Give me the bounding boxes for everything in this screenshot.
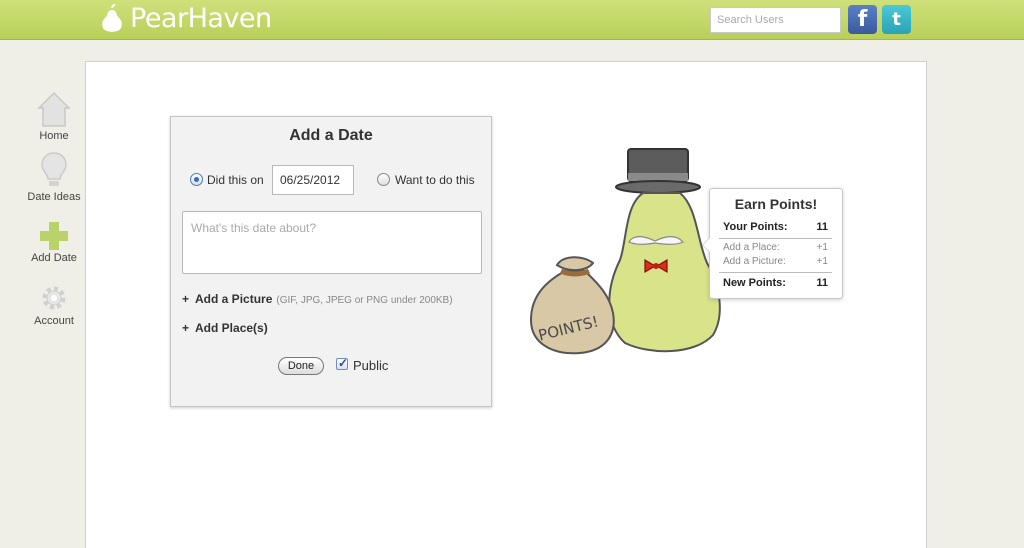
did-this-radio[interactable] [190,173,203,186]
home-icon [37,91,71,127]
nav-item-home[interactable]: Home [14,88,94,142]
search-users-input[interactable] [710,7,841,33]
nav-label-date-ideas: Date Ideas [27,191,81,203]
add-date-form: Add a Date Did this on 06/25/2012 Want t… [170,116,492,407]
pear-mascot-illustration: POINTS! [529,148,721,355]
nav-label-add-date: Add Date [31,252,77,264]
plus-icon: + [182,292,190,306]
tooltip-title: Earn Points! [734,196,818,212]
form-title: Add a Date [289,127,373,144]
twitter-button[interactable]: t [882,5,911,34]
top-bar: PearHaven f t [0,0,1024,40]
date-input[interactable]: 06/25/2012 [272,165,354,195]
add-places-link[interactable]: + Add Place(s) [182,321,268,335]
add-picture-points-value: +1 [816,256,828,267]
your-points-value: 11 [816,221,828,233]
add-place-value: +1 [816,242,828,253]
logo-text: PearHaven [130,3,272,34]
add-picture-points-label: Add a Picture: [723,256,786,267]
divider [719,238,832,239]
tooltip-arrow [702,237,710,253]
done-button[interactable]: Done [278,357,324,375]
facebook-icon: f [857,7,868,32]
gear-icon [42,286,66,310]
your-points-label: Your Points: [723,221,788,233]
add-picture-row: Add a Picture: +1 [723,256,828,267]
logo[interactable]: PearHaven [100,3,272,34]
add-place-label: Add a Place: [723,242,780,253]
new-points-row: New Points: 11 [723,277,828,289]
add-places-label: Add Place(s) [195,321,268,335]
add-picture-link[interactable]: + Add a Picture (GIF, JPG, JPEG or PNG und… [182,292,453,306]
nav-item-date-ideas[interactable]: Date Ideas [14,149,94,203]
public-checkbox[interactable] [336,356,348,370]
public-label: Public [353,358,389,373]
pear-logo-icon [102,3,122,32]
lightbulb-icon [41,152,67,186]
add-place-row: Add a Place: +1 [723,242,828,253]
plus-icon: + [182,321,190,335]
your-points-row: Your Points: 11 [723,221,828,233]
nav-label-home: Home [39,130,69,142]
want-to-radio[interactable] [377,173,390,186]
plus-icon [40,222,68,250]
divider [719,272,832,273]
new-points-value: 11 [816,277,828,289]
twitter-icon: t [892,9,901,30]
description-textarea[interactable]: What's this date about? [182,211,482,274]
add-picture-hint: (GIF, JPG, JPEG or PNG under 200KB) [276,295,453,306]
facebook-button[interactable]: f [848,5,877,34]
nav-item-add-date[interactable]: Add Date [14,210,94,264]
nav-label-account: Account [34,315,74,327]
new-points-label: New Points: [723,277,786,289]
earn-points-tooltip: Earn Points! Your Points: 11 Add a Place… [702,188,843,299]
add-picture-label: Add a Picture [195,292,273,306]
nav-item-account[interactable]: Account [14,273,94,327]
want-to-label: Want to do this [395,173,475,187]
did-this-label: Did this on [207,173,264,187]
